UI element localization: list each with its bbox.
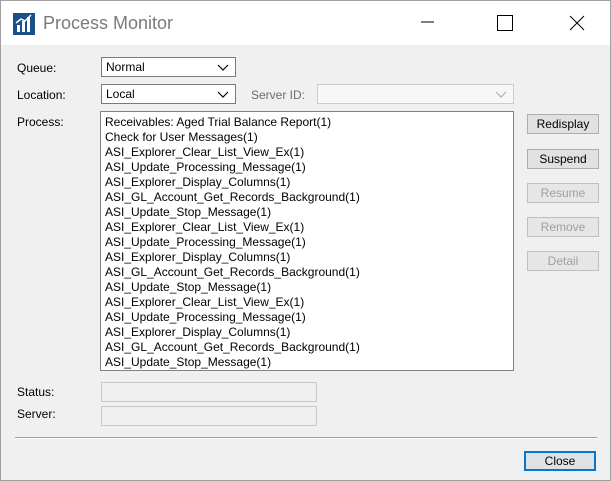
status-label: Status: xyxy=(17,385,55,399)
process-list-item[interactable]: ASI_Explorer_Display_Columns(1) xyxy=(101,250,513,265)
close-button[interactable]: Close xyxy=(524,451,596,471)
server-field xyxy=(101,406,317,426)
process-list[interactable]: Receivables: Aged Trial Balance Report(1… xyxy=(100,111,514,371)
chevron-down-icon xyxy=(495,91,507,98)
queue-select[interactable]: Normal xyxy=(101,57,236,77)
process-list-item[interactable]: ASI_Update_Stop_Message(1) xyxy=(101,355,513,370)
process-list-item[interactable]: Receivables: Aged Trial Balance Report(1… xyxy=(101,115,513,130)
server-label: Server: xyxy=(17,407,56,421)
queue-value: Normal xyxy=(106,60,145,74)
location-label: Location: xyxy=(17,88,66,102)
minimize-icon xyxy=(421,21,434,23)
remove-button[interactable]: Remove xyxy=(527,217,599,237)
status-field xyxy=(101,382,317,402)
process-list-item[interactable]: ASI_Update_Stop_Message(1) xyxy=(101,205,513,220)
chevron-down-icon xyxy=(217,91,229,98)
location-value: Local xyxy=(106,87,135,101)
chevron-down-icon xyxy=(217,64,229,71)
server-id-select[interactable] xyxy=(317,84,514,104)
location-select[interactable]: Local xyxy=(101,84,236,104)
separator xyxy=(15,437,597,439)
process-monitor-window: Process Monitor Queue: Normal Location: … xyxy=(0,0,611,481)
process-list-item[interactable]: ASI_Explorer_Clear_List_View_Ex(1) xyxy=(101,220,513,235)
close-window-button[interactable] xyxy=(553,1,599,45)
queue-label: Queue: xyxy=(17,61,57,75)
server-id-label: Server ID: xyxy=(251,88,306,102)
process-list-item[interactable]: ASI_GL_Account_Get_Records_Background(1) xyxy=(101,190,513,205)
process-list-item[interactable]: ASI_Explorer_Clear_List_View_Ex(1) xyxy=(101,295,513,310)
window-title: Process Monitor xyxy=(43,13,174,33)
maximize-button[interactable] xyxy=(481,1,527,45)
close-icon xyxy=(569,15,585,31)
process-list-item[interactable]: ASI_Update_Stop_Message(1) xyxy=(101,280,513,295)
process-list-item[interactable]: ASI_GL_Account_Get_Records_Background(1) xyxy=(101,265,513,280)
detail-button[interactable]: Detail xyxy=(527,251,599,271)
minimize-button[interactable] xyxy=(405,1,451,45)
maximize-icon xyxy=(497,15,513,31)
suspend-button[interactable]: Suspend xyxy=(527,149,599,169)
resume-button[interactable]: Resume xyxy=(527,183,599,203)
process-list-item[interactable]: ASI_Update_Processing_Message(1) xyxy=(101,235,513,250)
app-chart-icon xyxy=(13,13,35,35)
process-list-item[interactable]: ASI_GL_Account_Get_Records_Background(1) xyxy=(101,340,513,355)
redisplay-button[interactable]: Redisplay xyxy=(527,114,599,134)
process-list-item[interactable]: ASI_Update_Processing_Message(1) xyxy=(101,310,513,325)
process-label: Process: xyxy=(17,115,64,129)
process-list-item[interactable]: ASI_Explorer_Clear_List_View_Ex(1) xyxy=(101,145,513,160)
process-list-item[interactable]: ASI_Update_Processing_Message(1) xyxy=(101,160,513,175)
process-list-item[interactable]: Check for User Messages(1) xyxy=(101,130,513,145)
process-list-item[interactable]: ASI_Explorer_Display_Columns(1) xyxy=(101,325,513,340)
process-list-item[interactable]: ASI_Explorer_Display_Columns(1) xyxy=(101,175,513,190)
title-bar[interactable]: Process Monitor xyxy=(1,1,610,45)
